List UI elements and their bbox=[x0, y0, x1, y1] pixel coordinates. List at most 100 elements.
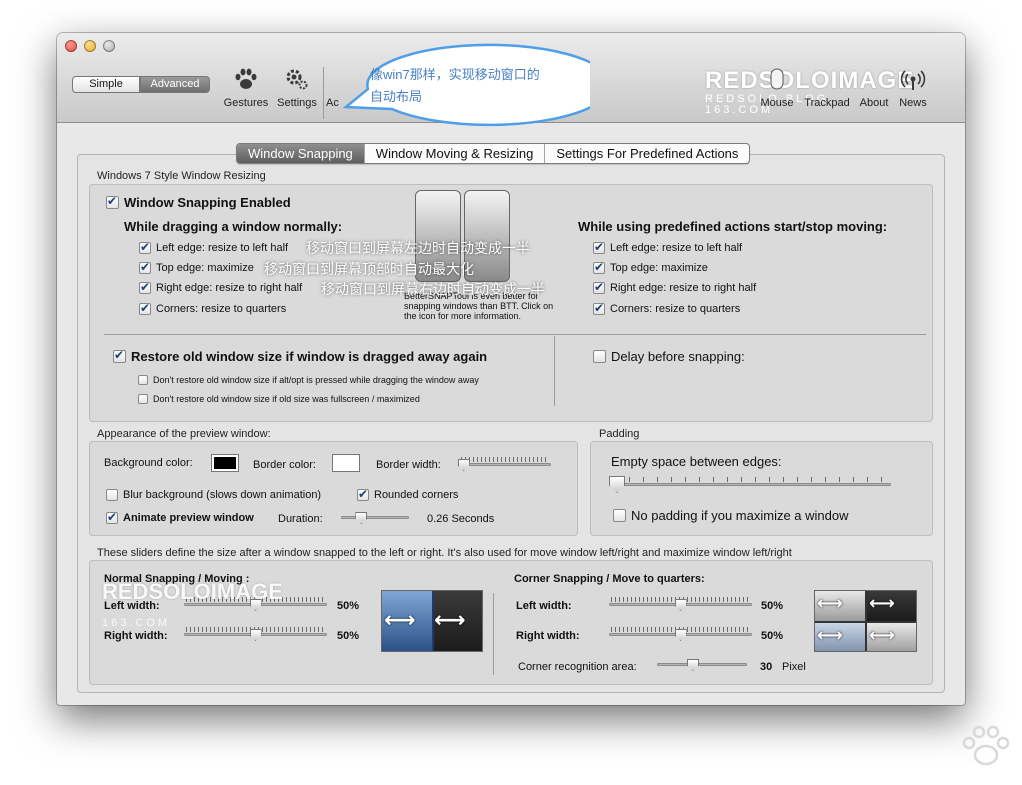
normal-right-width-slider[interactable] bbox=[184, 627, 327, 641]
no-restore-fullscreen-label: Don't restore old window size if old siz… bbox=[153, 394, 420, 404]
zoom-window-button[interactable] bbox=[103, 40, 115, 52]
annotation-top-edge: 移动窗口到屏幕顶部时自动最大化 bbox=[264, 261, 474, 277]
border-color-label: Border color: bbox=[253, 459, 316, 471]
border-width-slider[interactable] bbox=[457, 457, 551, 471]
empty-space-label: Empty space between edges: bbox=[611, 454, 782, 469]
restore-size-label: Restore old window size if window is dra… bbox=[131, 349, 488, 364]
close-window-button[interactable] bbox=[65, 40, 77, 52]
animate-preview-checkbox[interactable]: Animate preview window bbox=[106, 510, 254, 524]
drag-right-edge-checkbox[interactable]: Right edge: resize to right half bbox=[139, 280, 303, 294]
normal-right-width-value: 50% bbox=[337, 630, 360, 642]
border-width-label: Border width: bbox=[376, 459, 441, 471]
toolbar-settings[interactable]: Settings bbox=[274, 67, 320, 119]
border-color-swatch bbox=[335, 457, 357, 469]
window-snapping-enabled-label: Window Snapping Enabled bbox=[124, 195, 291, 210]
watermark-bottom-title: REDSOLOIMAGE bbox=[102, 579, 283, 604]
pre-right-edge-checkbox[interactable]: Right edge: resize to right half bbox=[593, 280, 757, 294]
restore-size-checkbox[interactable]: Restore old window size if window is dra… bbox=[113, 348, 488, 364]
no-restore-alt-checkbox[interactable]: Don't restore old window size if alt/opt… bbox=[138, 375, 479, 385]
snapping-divider-vertical bbox=[554, 336, 555, 406]
no-restore-fullscreen-checkbox[interactable]: Don't restore old window size if old siz… bbox=[138, 394, 420, 404]
pre-right-edge-label: Right edge: resize to right half bbox=[610, 282, 757, 294]
toolbar-mouse[interactable]: Mouse bbox=[757, 67, 797, 119]
toolbar-trackpad-label: Trackpad bbox=[804, 97, 850, 109]
dragging-heading: While dragging a window normally: bbox=[124, 219, 343, 234]
mode-advanced-button[interactable]: Advanced bbox=[140, 76, 210, 93]
toolbar-about-label: About bbox=[859, 97, 889, 109]
watermark-bottom-line3: 163.COM bbox=[102, 617, 171, 629]
drag-left-edge-checkbox[interactable]: Left edge: resize to left half bbox=[139, 240, 289, 254]
corner-recognition-label: Corner recognition area: bbox=[518, 661, 637, 673]
bg-color-swatch bbox=[214, 457, 236, 469]
gear-icon bbox=[286, 69, 308, 90]
trackpad-icon bbox=[814, 67, 840, 91]
minimize-window-button[interactable] bbox=[84, 40, 96, 52]
corner-left-width-value: 50% bbox=[761, 600, 784, 612]
toolbar-mouse-label: Mouse bbox=[760, 97, 794, 109]
duration-slider[interactable] bbox=[341, 510, 409, 524]
border-color-well[interactable] bbox=[332, 454, 360, 472]
app-window: Simple Advanced Gestures Settings Ac RED… bbox=[57, 33, 965, 705]
corner-snapping-preview: ⟷ ⟷ ⟷ ⟷ bbox=[814, 590, 917, 652]
bg-color-well[interactable] bbox=[211, 454, 239, 472]
callout-text: 像win7那样，实现移动窗口的自动布局 bbox=[370, 67, 540, 104]
toolbar: Simple Advanced Gestures Settings Ac RED… bbox=[57, 33, 965, 127]
pre-left-edge-label: Left edge: resize to left half bbox=[610, 242, 743, 254]
left-right-arrow-icon: ⟷ bbox=[817, 625, 843, 645]
drag-top-edge-checkbox[interactable]: Top edge: maximize bbox=[139, 260, 254, 274]
toolbar-gestures[interactable]: Gestures bbox=[223, 67, 269, 119]
pre-left-edge-checkbox[interactable]: Left edge: resize to left half bbox=[593, 240, 743, 254]
left-right-arrow-icon: ⟷ bbox=[434, 607, 466, 632]
normal-right-width-label: Right width: bbox=[104, 630, 168, 642]
empty-space-slider[interactable] bbox=[609, 476, 891, 493]
corner-recognition-slider[interactable] bbox=[657, 657, 747, 671]
no-padding-checkbox[interactable]: No padding if you maximize a window bbox=[613, 508, 849, 523]
corner-snapping-heading: Corner Snapping / Move to quarters: bbox=[514, 573, 705, 585]
tab-bar: Window Snapping Window Moving & Resizing… bbox=[236, 143, 751, 164]
annotation-right-edge: 移动窗口到屏幕右边时自动变成一半 bbox=[321, 281, 545, 297]
no-restore-alt-label: Don't restore old window size if alt/opt… bbox=[153, 375, 479, 385]
left-right-arrow-icon: ⟷ bbox=[384, 607, 416, 632]
drag-left-edge-label: Left edge: resize to left half bbox=[156, 242, 289, 254]
tab-window-moving-resizing[interactable]: Window Moving & Resizing bbox=[365, 144, 546, 163]
drag-corners-label: Corners: resize to quarters bbox=[156, 303, 287, 315]
tab-window-snapping[interactable]: Window Snapping bbox=[237, 144, 365, 163]
window-snapping-enabled-checkbox[interactable]: Window Snapping Enabled bbox=[106, 194, 291, 210]
corner-left-width-slider[interactable] bbox=[609, 597, 752, 611]
snapping-divider bbox=[104, 334, 926, 335]
drag-top-edge-label: Top edge: maximize bbox=[156, 262, 254, 274]
sizes-divider bbox=[493, 593, 494, 675]
pre-corners-label: Corners: resize to quarters bbox=[610, 303, 741, 315]
bg-color-label: Background color: bbox=[104, 457, 193, 469]
toolbar-news[interactable]: News bbox=[895, 67, 931, 119]
pre-top-edge-checkbox[interactable]: Top edge: maximize bbox=[593, 260, 708, 274]
toolbar-about[interactable]: About bbox=[855, 67, 893, 119]
snapping-section-title: Windows 7 Style Window Resizing bbox=[97, 170, 266, 182]
drag-right-edge-label: Right edge: resize to right half bbox=[156, 282, 303, 294]
drag-corners-checkbox[interactable]: Corners: resize to quarters bbox=[139, 301, 287, 315]
corner-right-width-label: Right width: bbox=[516, 630, 580, 642]
mouse-icon bbox=[770, 68, 784, 90]
corner-right-width-slider[interactable] bbox=[609, 627, 752, 641]
animate-preview-label: Animate preview window bbox=[123, 512, 254, 524]
pre-top-edge-label: Top edge: maximize bbox=[610, 262, 708, 274]
rounded-corners-checkbox[interactable]: Rounded corners bbox=[357, 487, 459, 501]
appearance-section-title: Appearance of the preview window: bbox=[97, 428, 271, 440]
delay-snapping-label: Delay before snapping: bbox=[611, 349, 745, 364]
mode-simple-button[interactable]: Simple bbox=[72, 76, 140, 93]
normal-left-width-value: 50% bbox=[337, 600, 360, 612]
toolbar-gestures-label: Gestures bbox=[223, 97, 269, 109]
broadcast-icon bbox=[900, 70, 926, 90]
corner-left-width-label: Left width: bbox=[516, 600, 572, 612]
delay-snapping-checkbox[interactable]: Delay before snapping: bbox=[593, 349, 745, 364]
corner-recognition-value: 30 bbox=[760, 661, 773, 673]
left-right-arrow-icon: ⟷ bbox=[869, 625, 895, 645]
rounded-corners-label: Rounded corners bbox=[374, 489, 459, 501]
tab-predefined-actions[interactable]: Settings For Predefined Actions bbox=[545, 144, 749, 163]
blur-background-checkbox[interactable]: Blur background (slows down animation) bbox=[106, 489, 321, 501]
pre-corners-checkbox[interactable]: Corners: resize to quarters bbox=[593, 301, 741, 315]
paw-watermark-icon bbox=[962, 725, 1010, 766]
toolbar-trackpad[interactable]: Trackpad bbox=[801, 67, 853, 119]
paw-icon bbox=[235, 68, 257, 89]
duration-label: Duration: bbox=[278, 513, 323, 525]
